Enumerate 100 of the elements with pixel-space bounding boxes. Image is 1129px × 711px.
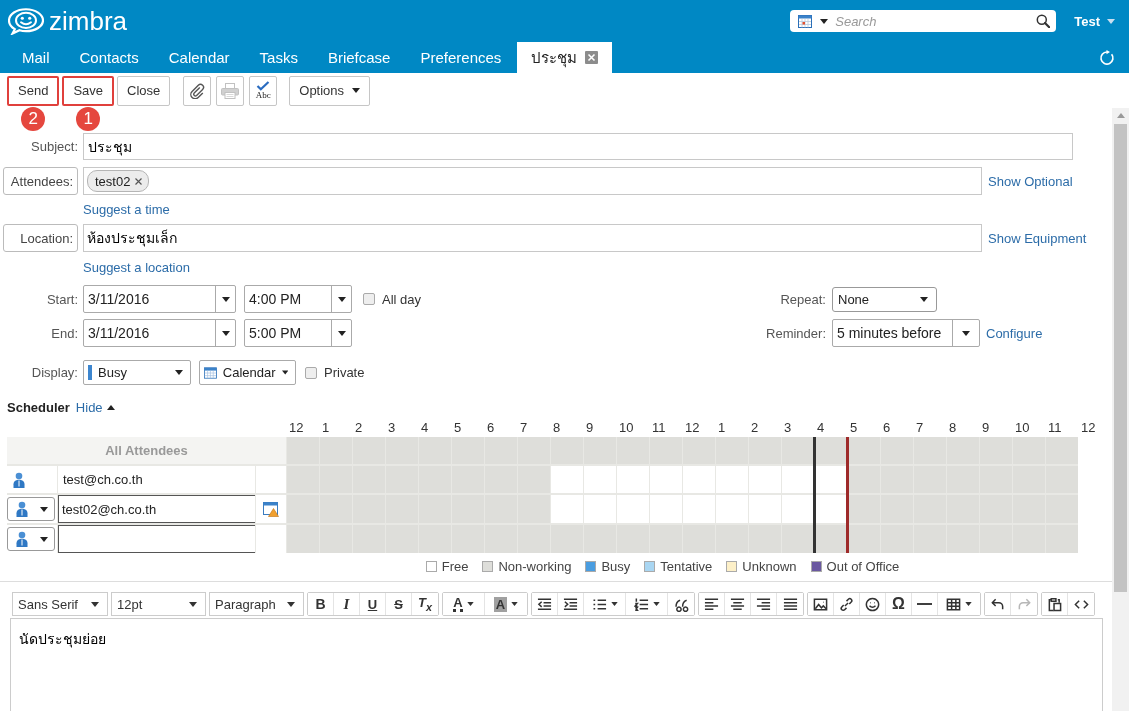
attach-button[interactable] bbox=[183, 75, 212, 106]
link-icon bbox=[839, 596, 854, 612]
outdent-button[interactable] bbox=[532, 593, 558, 615]
hour-label: 7 bbox=[519, 421, 529, 435]
configure-link[interactable]: Configure bbox=[986, 325, 1043, 341]
insert-image-button[interactable] bbox=[808, 593, 834, 615]
caret-icon[interactable] bbox=[337, 330, 346, 336]
date-field[interactable]: 3/11/2016 bbox=[83, 319, 236, 347]
location-field[interactable]: ห้องประชุมเล็ก bbox=[83, 224, 982, 252]
checkbox-label: All day bbox=[382, 291, 422, 307]
show-equipment-link[interactable]: Show Equipment bbox=[988, 230, 1087, 246]
caret-icon bbox=[40, 506, 48, 512]
status-bar-icon bbox=[88, 365, 92, 380]
date-field[interactable]: 3/11/2016 bbox=[83, 285, 236, 313]
align-left-button[interactable] bbox=[699, 593, 725, 615]
refresh-icon[interactable] bbox=[1099, 49, 1115, 66]
caret-icon bbox=[511, 602, 519, 606]
location-button[interactable]: Location: bbox=[3, 224, 78, 252]
caret-icon bbox=[287, 601, 295, 607]
caret-icon[interactable] bbox=[820, 18, 829, 24]
caret-icon bbox=[175, 370, 183, 375]
block-format-select[interactable]: Paragraph bbox=[209, 592, 304, 616]
hour-label: 10 bbox=[618, 421, 635, 435]
legend-label: Tentative bbox=[660, 559, 713, 574]
legend-label: Out of Office bbox=[826, 559, 900, 574]
legend-label: Unknown bbox=[742, 559, 797, 574]
caret-up-icon bbox=[106, 405, 115, 410]
tab[interactable]: Preferences bbox=[405, 42, 517, 73]
caret-icon[interactable] bbox=[221, 330, 230, 336]
hour-label: 8 bbox=[948, 421, 958, 435]
tab[interactable]: Tasks bbox=[244, 42, 313, 73]
suggest-location-link[interactable]: Suggest a location bbox=[83, 260, 190, 275]
toolbar-button[interactable]: Close bbox=[117, 75, 171, 106]
hour-label: 5 bbox=[453, 421, 463, 435]
options-button[interactable]: Options bbox=[289, 75, 371, 106]
scrollbar[interactable] bbox=[1112, 108, 1129, 711]
hour-label: 12 bbox=[288, 421, 305, 435]
time-field[interactable]: 4:00 PM bbox=[244, 285, 352, 313]
attendees-field[interactable]: test02 bbox=[83, 167, 982, 195]
caret-icon[interactable] bbox=[337, 296, 346, 302]
text-color-button[interactable]: A bbox=[443, 593, 485, 615]
hide-link[interactable]: Hide bbox=[75, 400, 115, 415]
spellcheck-button[interactable]: Abc bbox=[249, 75, 278, 106]
caret-icon bbox=[281, 370, 288, 375]
font-family-select[interactable]: Sans Serif bbox=[12, 592, 108, 616]
legend-label: Free bbox=[441, 559, 469, 574]
show-optional-link[interactable]: Show Optional bbox=[988, 173, 1073, 189]
smiley-icon bbox=[865, 596, 880, 612]
checkbox[interactable] bbox=[305, 366, 317, 379]
tab[interactable]: Contacts bbox=[64, 42, 154, 73]
hour-label: 2 bbox=[354, 421, 364, 435]
show-as-select[interactable]: Busy bbox=[83, 360, 191, 385]
calendar-icon[interactable] bbox=[798, 14, 813, 28]
tab[interactable]: ประชุม bbox=[517, 42, 613, 73]
suggest-time-link[interactable]: Suggest a time bbox=[83, 202, 170, 217]
toolbar-button[interactable]: Send bbox=[7, 75, 60, 106]
tab[interactable]: Briefcase bbox=[312, 42, 406, 73]
logo-icon bbox=[8, 7, 44, 35]
hour-label: 12 bbox=[684, 421, 701, 435]
remove-icon[interactable] bbox=[135, 177, 143, 185]
step-number-badge: 2 bbox=[21, 106, 46, 131]
undo-icon bbox=[990, 596, 1005, 612]
attendees-button[interactable]: Attendees: bbox=[3, 167, 78, 195]
tab[interactable]: Mail bbox=[7, 42, 65, 73]
field-label: End: bbox=[50, 325, 78, 341]
hour-label: 6 bbox=[882, 421, 892, 435]
bold-button[interactable]: B bbox=[308, 593, 334, 615]
reminder-field[interactable]: 5 minutes before bbox=[832, 319, 980, 347]
paste-button[interactable] bbox=[1042, 593, 1068, 615]
font-size-select[interactable]: 12pt bbox=[111, 592, 206, 616]
user-menu[interactable]: Test bbox=[1074, 13, 1115, 29]
time-field[interactable]: 5:00 PM bbox=[244, 319, 352, 347]
legend-label: Non-working bbox=[498, 559, 572, 574]
close-icon[interactable] bbox=[585, 51, 599, 64]
hour-label: 1 bbox=[321, 421, 331, 435]
repeat-select[interactable]: None bbox=[832, 286, 937, 312]
hour-label: 9 bbox=[585, 421, 595, 435]
field-label: Subject: bbox=[30, 139, 78, 154]
caret-icon[interactable] bbox=[962, 330, 970, 336]
scrollbar-thumb[interactable] bbox=[1114, 124, 1127, 592]
caret-icon bbox=[965, 602, 972, 606]
hour-label: 4 bbox=[816, 421, 826, 435]
calendar-select[interactable]: Calendar bbox=[199, 360, 296, 385]
undo-button[interactable] bbox=[985, 593, 1011, 615]
logo-text: zimbra bbox=[49, 6, 127, 36]
caret-icon[interactable] bbox=[221, 296, 230, 302]
attendee-input-field[interactable]: test02@ch.co.th bbox=[58, 495, 255, 523]
table-cell bbox=[256, 525, 286, 553]
message-body-field[interactable]: นัดประชุมย่อย bbox=[10, 618, 1103, 711]
person-icon bbox=[13, 471, 25, 488]
calendar-alert-icon bbox=[263, 501, 279, 517]
attendee-input-field[interactable] bbox=[58, 525, 255, 553]
checkbox[interactable] bbox=[363, 293, 375, 305]
attendee-chip[interactable]: test02 bbox=[87, 170, 150, 192]
hour-label: 3 bbox=[783, 421, 793, 435]
subject-field[interactable]: ประชุม bbox=[83, 133, 1073, 160]
person-icon bbox=[16, 501, 28, 517]
toolbar-button[interactable]: Save bbox=[62, 75, 114, 106]
search-icon[interactable] bbox=[1036, 14, 1051, 28]
tab[interactable]: Calendar bbox=[153, 42, 245, 73]
